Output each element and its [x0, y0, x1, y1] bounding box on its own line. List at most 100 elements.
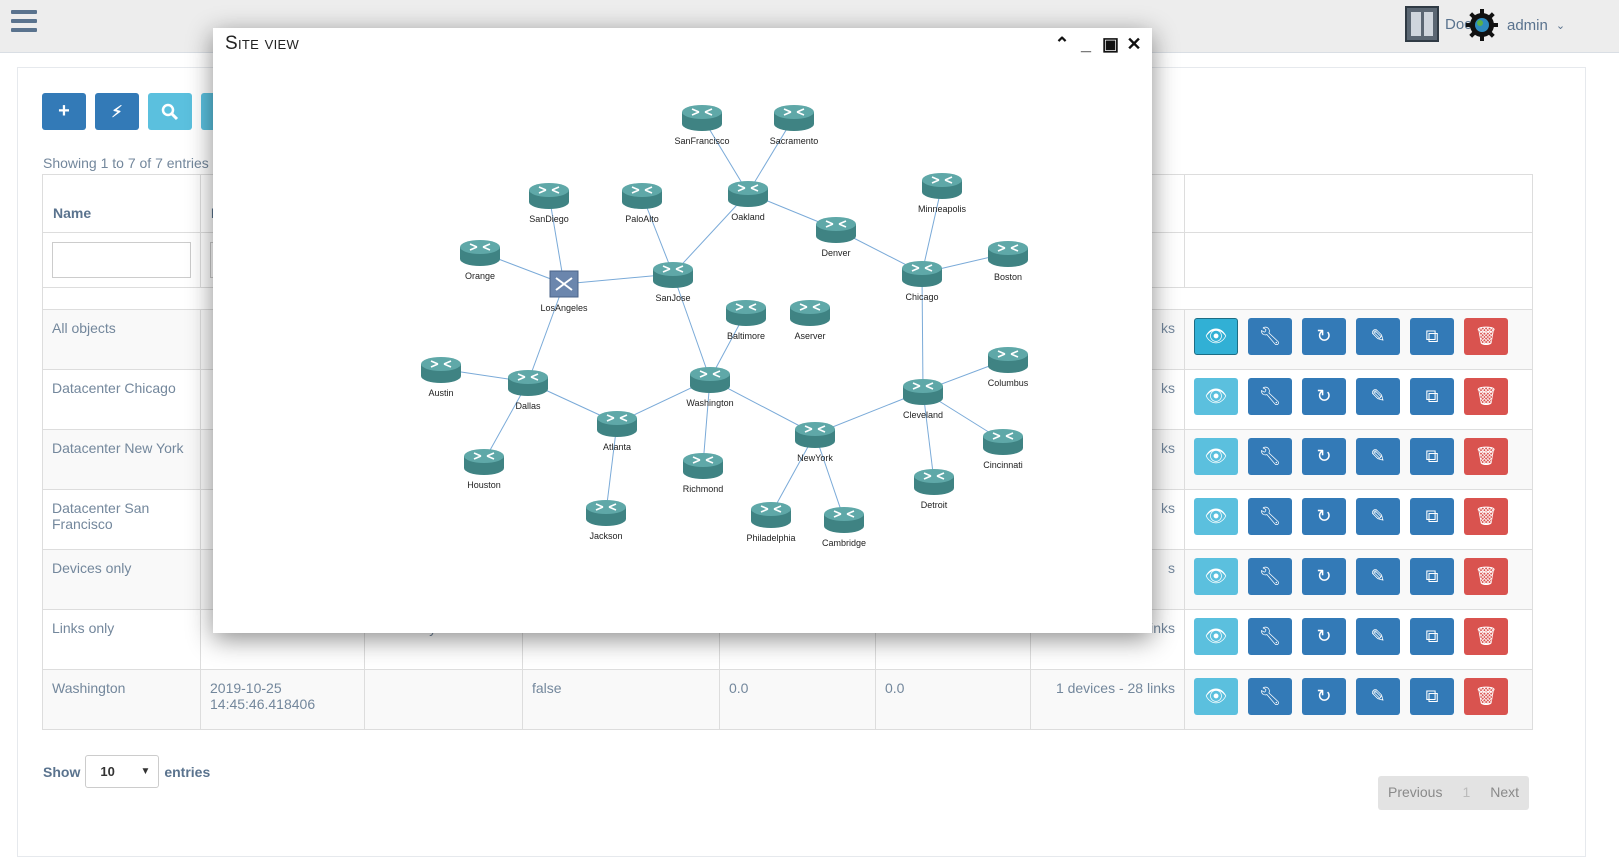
refresh-button[interactable]: ↻	[1302, 378, 1346, 415]
view-button[interactable]: 👁︎	[1194, 438, 1238, 475]
view-button[interactable]: 👁︎	[1194, 678, 1238, 715]
delete-button[interactable]: 🗑︎	[1464, 678, 1508, 715]
duplicate-button[interactable]: ⧉	[1410, 318, 1454, 355]
node-label: LosAngeles	[540, 303, 588, 313]
node-Columbus[interactable]	[988, 347, 1028, 373]
node-label: Washington	[686, 398, 733, 408]
node-Austin[interactable]	[421, 357, 461, 383]
node-Atlanta[interactable]	[597, 411, 637, 437]
edit-button[interactable]: ✎	[1356, 498, 1400, 535]
network-graph[interactable]: SanFrancisco Sacramento SanDiego PaloAlto Oa…	[213, 28, 1152, 633]
node-Richmond[interactable]	[683, 453, 723, 479]
node-label: Jackson	[589, 531, 622, 541]
node-Boston[interactable]	[988, 241, 1028, 267]
edit-icon: ✎	[1370, 386, 1386, 406]
duplicate-button[interactable]: ⧉	[1410, 438, 1454, 475]
refresh-icon: ↻	[1316, 626, 1332, 646]
run-button[interactable]: ⚡︎	[95, 93, 139, 130]
edit-properties-button[interactable]: 🔧︎	[1248, 618, 1292, 655]
node-Detroit[interactable]	[914, 469, 954, 495]
edit-button[interactable]: ✎	[1356, 438, 1400, 475]
node-Denver[interactable]	[816, 217, 856, 243]
delete-button[interactable]: 🗑︎	[1464, 498, 1508, 535]
menu-toggle-icon[interactable]	[11, 10, 37, 32]
edit-button[interactable]: ✎	[1356, 558, 1400, 595]
edit-button[interactable]: ✎	[1356, 678, 1400, 715]
duplicate-button[interactable]: ⧉	[1410, 378, 1454, 415]
previous-button[interactable]: Previous	[1378, 776, 1452, 810]
delete-button[interactable]: 🗑︎	[1464, 438, 1508, 475]
node-Cleveland[interactable]	[903, 379, 943, 405]
node-Orange[interactable]	[460, 240, 500, 266]
copy-icon: ⧉	[1425, 386, 1439, 406]
trash-icon: 🗑︎	[1474, 686, 1498, 706]
refresh-button[interactable]: ↻	[1302, 678, 1346, 715]
edit-button[interactable]: ✎	[1356, 318, 1400, 355]
node-Baltimore[interactable]	[726, 300, 766, 326]
duplicate-button[interactable]: ⧉	[1410, 498, 1454, 535]
duplicate-button[interactable]: ⧉	[1410, 618, 1454, 655]
refresh-button[interactable]: ↻	[1302, 498, 1346, 535]
edit-properties-button[interactable]: 🔧︎	[1248, 378, 1292, 415]
refresh-button[interactable]: ↻	[1302, 318, 1346, 355]
column-header-name[interactable]: Name	[42, 174, 201, 233]
node-Cambridge[interactable]	[824, 507, 864, 533]
node-Minneapolis[interactable]	[922, 173, 962, 199]
page-1-button[interactable]: 1	[1452, 776, 1480, 810]
node-Chicago[interactable]	[902, 261, 942, 287]
node-SanJose[interactable]	[653, 262, 693, 288]
edit-properties-button[interactable]: 🔧︎	[1248, 318, 1292, 355]
edit-properties-button[interactable]: 🔧︎	[1248, 438, 1292, 475]
node-LosAngeles[interactable]	[549, 270, 579, 298]
link-SanJose-Washington[interactable]	[672, 273, 711, 380]
next-button[interactable]: Next	[1480, 776, 1529, 810]
link-Chicago-Cleveland[interactable]	[921, 272, 924, 392]
node-NewYork[interactable]	[795, 422, 835, 448]
wrench-icon: 🔧︎	[1258, 446, 1282, 466]
refresh-button[interactable]: ↻	[1302, 438, 1346, 475]
edit-button[interactable]: ✎	[1356, 378, 1400, 415]
node-Washington[interactable]	[690, 367, 730, 393]
delete-button[interactable]: 🗑︎	[1464, 618, 1508, 655]
node-Aserver[interactable]	[790, 300, 830, 326]
duplicate-button[interactable]: ⧉	[1410, 558, 1454, 595]
search-button[interactable]	[148, 93, 192, 130]
link-LosAngeles-Dallas[interactable]	[527, 283, 565, 383]
node-Sacramento[interactable]	[774, 105, 814, 131]
view-button[interactable]: 👁︎	[1194, 318, 1238, 355]
add-button[interactable]: +	[42, 93, 86, 130]
edit-button[interactable]: ✎	[1356, 618, 1400, 655]
page-length: Show 10 ▼ entries	[43, 755, 210, 788]
node-PaloAlto[interactable]	[622, 183, 662, 209]
name-cell: Datacenter San Francisco	[42, 489, 201, 550]
caret-down-icon: ▼	[140, 766, 151, 777]
bolt-icon: ⚡︎	[111, 103, 123, 121]
edit-properties-button[interactable]: 🔧︎	[1248, 498, 1292, 535]
delete-button[interactable]: 🗑︎	[1464, 318, 1508, 355]
node-Jackson[interactable]	[586, 500, 626, 526]
refresh-button[interactable]: ↻	[1302, 618, 1346, 655]
trash-icon: 🗑︎	[1474, 386, 1498, 406]
node-Cincinnati[interactable]	[983, 429, 1023, 455]
view-button[interactable]: 👁︎	[1194, 558, 1238, 595]
duplicate-button[interactable]: ⧉	[1410, 678, 1454, 715]
user-menu[interactable]: admin ⌄	[1465, 8, 1565, 42]
page-length-select[interactable]: 10 ▼	[85, 755, 160, 788]
page-length-value: 10	[100, 764, 115, 779]
delete-button[interactable]: 🗑︎	[1464, 378, 1508, 415]
view-button[interactable]: 👁︎	[1194, 618, 1238, 655]
node-SanDiego[interactable]	[529, 183, 569, 209]
node-Houston[interactable]	[464, 449, 504, 475]
name-cell: Datacenter Chicago	[42, 369, 201, 430]
view-button[interactable]: 👁︎	[1194, 378, 1238, 415]
view-button[interactable]: 👁︎	[1194, 498, 1238, 535]
edit-properties-button[interactable]: 🔧︎	[1248, 558, 1292, 595]
node-Dallas[interactable]	[508, 370, 548, 396]
delete-button[interactable]: 🗑︎	[1464, 558, 1508, 595]
refresh-button[interactable]: ↻	[1302, 558, 1346, 595]
edit-properties-button[interactable]: 🔧︎	[1248, 678, 1292, 715]
node-SanFrancisco[interactable]	[682, 105, 722, 131]
node-Philadelphia[interactable]	[751, 502, 791, 528]
name-filter-input[interactable]	[52, 242, 191, 278]
node-Oakland[interactable]	[728, 181, 768, 207]
